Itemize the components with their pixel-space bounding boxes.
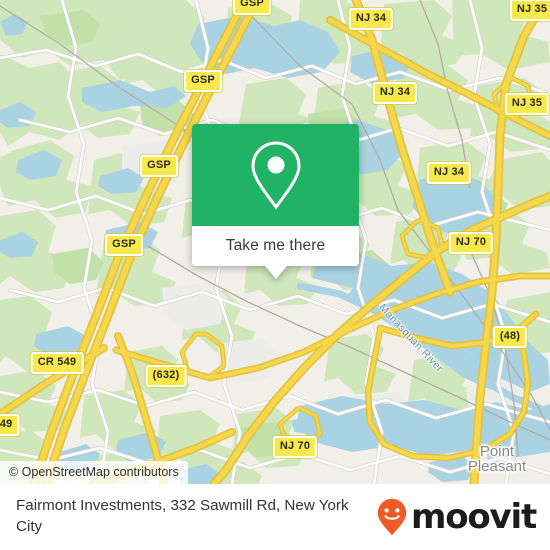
route-shield[interactable]: NJ 34 [348,8,394,30]
route-shield[interactable]: NJ 34 [372,82,418,104]
route-shield[interactable]: NJ 70 [272,436,318,458]
moovit-map-screen: { "map": { "attribution": "© OpenStreetM… [0,0,550,550]
map-viewport[interactable]: GSP GSP GSP GSP NJ 34 NJ 34 NJ 34 NJ 35 NJ 35 NJ … [0,0,550,484]
route-shield[interactable]: NJ 35 [509,0,550,21]
map-pin-icon [250,141,301,210]
osm-attribution[interactable]: © OpenStreetMap contributors [0,460,188,484]
moovit-wordmark: moovit [410,497,537,537]
popup-footer[interactable]: Take me there [192,226,359,266]
route-shield[interactable]: NJ 35 [504,93,550,115]
route-shield[interactable]: NJ 70 [448,232,494,254]
popup-header [192,124,359,226]
address-text: Fairmont Investments, 332 Sawmill Rd, Ne… [16,497,349,535]
take-me-there-button[interactable]: Take me there [226,237,326,255]
route-shield[interactable]: NJ 34 [426,162,472,184]
route-shield[interactable]: GSP [140,155,178,177]
route-shield[interactable]: GSP [184,70,222,92]
route-shield[interactable]: CR 549 [30,352,84,374]
location-popup-card[interactable]: Take me there [192,124,359,279]
route-shield[interactable]: GSP [233,0,271,15]
moovit-brand[interactable]: moovit [377,497,537,537]
bottom-info-bar: Fairmont Investments, 332 Sawmill Rd, Ne… [0,484,550,550]
moovit-smiley-pin-icon [377,498,407,536]
route-shield[interactable]: GSP [105,234,143,256]
route-shield[interactable]: 549 [0,414,20,436]
route-shield[interactable]: (632) [145,365,187,387]
popup-pointer-arrow [264,266,287,279]
route-shield[interactable]: (48) [492,326,528,348]
